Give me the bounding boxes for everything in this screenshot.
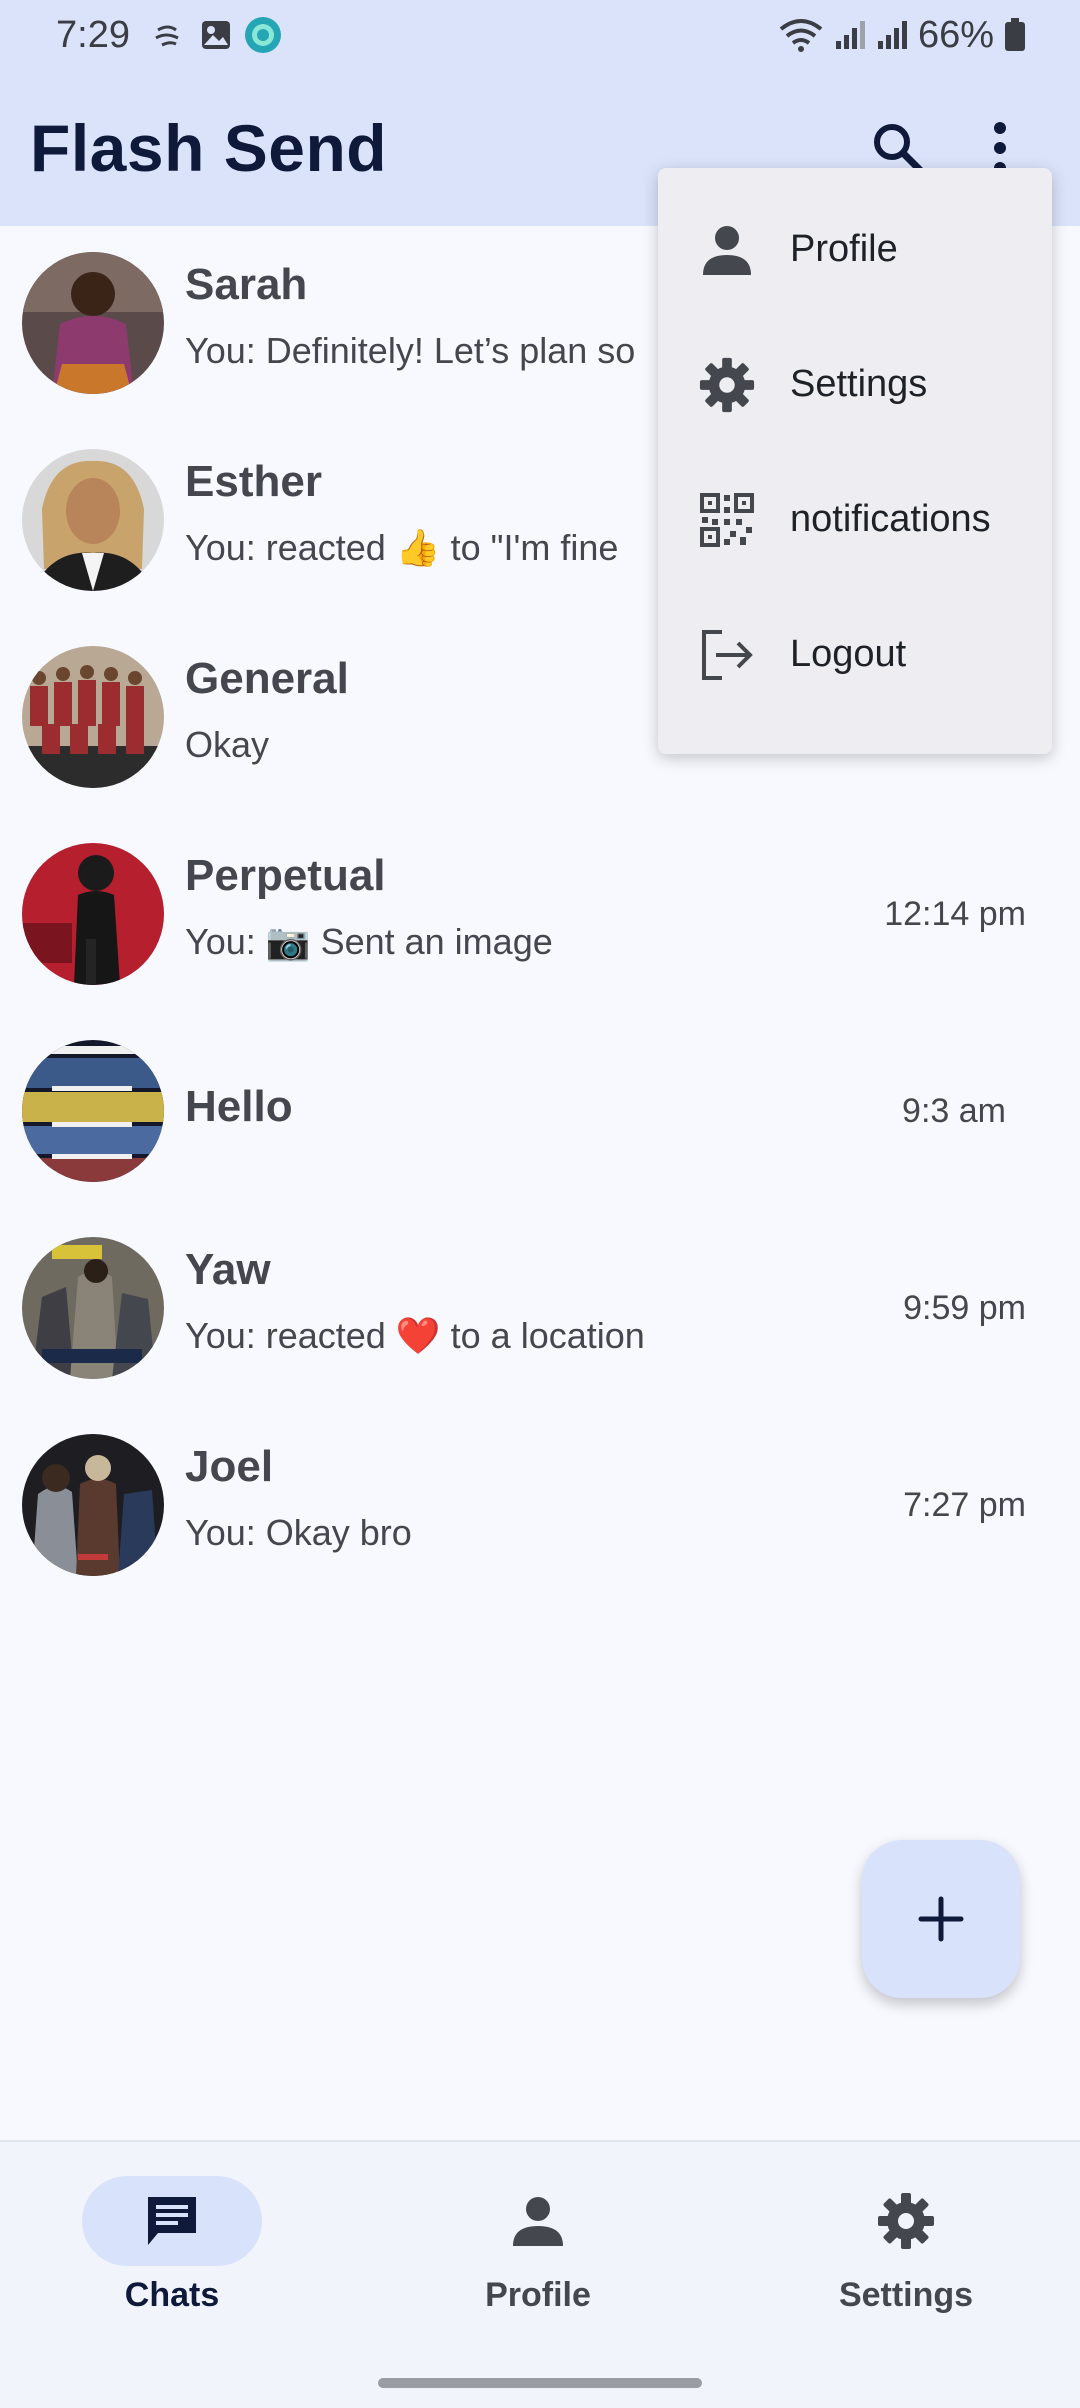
wind-icon: [155, 25, 179, 47]
avatar: [22, 1434, 164, 1576]
menu-item-profile[interactable]: Profile: [658, 182, 1052, 317]
avatar: [22, 843, 164, 985]
signal-icon: [835, 21, 865, 49]
chat-row[interactable]: Perpetual You: 📷 Sent an image 12:14 pm: [0, 817, 1080, 1014]
chat-preview: You: Okay bro: [185, 1512, 412, 1553]
nav-item-settings[interactable]: Settings: [786, 2176, 1026, 2326]
menu-item-label: Logout: [790, 633, 907, 675]
chat-preview: Okay: [185, 724, 270, 765]
wifi-icon: [779, 19, 823, 52]
logout-icon: [702, 629, 753, 680]
battery-percent: 66%: [917, 13, 994, 56]
gallery-icon: [201, 21, 230, 49]
overflow-menu: Profile Settings notifications Logout: [658, 168, 1052, 754]
chat-row[interactable]: Joel You: Okay bro 7:27 pm: [0, 1408, 1080, 1605]
chat-preview: You: Definitely! Let’s plan so: [185, 330, 636, 371]
menu-item-settings[interactable]: Settings: [658, 317, 1052, 452]
person-icon: [703, 225, 751, 275]
chat-name: Yaw: [185, 1245, 271, 1294]
nav-label: Profile: [485, 2276, 591, 2314]
home-indicator[interactable]: [378, 2378, 702, 2388]
status-time: 7:29: [56, 13, 130, 56]
signal-icon: [877, 21, 907, 49]
avatar: [22, 449, 164, 591]
chat-name: Hello: [185, 1082, 293, 1131]
menu-item-label: Settings: [790, 363, 928, 405]
chat-name: Sarah: [185, 260, 308, 309]
nav-item-chats[interactable]: Chats: [52, 2176, 292, 2326]
plus-icon: [918, 1896, 964, 1942]
chat-icon: [148, 2197, 196, 2245]
chat-row[interactable]: Yaw You: reacted ❤️ to a location 9:59 p…: [0, 1211, 1080, 1408]
chat-preview: You: reacted 👍 to "I'm fine: [185, 527, 619, 568]
battery-icon: [1005, 18, 1025, 51]
chat-name: Joel: [185, 1442, 274, 1491]
gear-icon: [699, 357, 755, 412]
app-title: Flash Send: [30, 111, 388, 185]
menu-item-label: Profile: [790, 228, 898, 270]
chat-name: Perpetual: [185, 851, 386, 900]
chat-name: General: [185, 654, 349, 703]
bottom-nav: Chats Profile Settings: [0, 2140, 1080, 2408]
chat-time: 9:3 am: [902, 1092, 1006, 1130]
menu-item-notifications[interactable]: notifications: [658, 452, 1052, 587]
avatar: [22, 646, 164, 788]
avatar: [22, 252, 164, 394]
chat-preview: You: 📷 Sent an image: [185, 921, 553, 962]
messenger-app-icon: [244, 17, 281, 53]
chat-preview: You: reacted ❤️ to a location: [185, 1315, 645, 1356]
gear-icon: [878, 2193, 934, 2249]
avatar: [22, 1040, 164, 1182]
new-chat-button[interactable]: [862, 1840, 1020, 1998]
nav-label: Settings: [838, 2276, 974, 2314]
menu-item-label: notifications: [790, 498, 991, 540]
avatar: [22, 1237, 164, 1379]
nav-label: Chats: [124, 2276, 220, 2314]
chat-time: 7:27 pm: [903, 1486, 1026, 1524]
person-icon: [513, 2197, 563, 2246]
chat-time: 12:14 pm: [884, 895, 1026, 933]
chat-name: Esther: [185, 457, 322, 506]
chat-time: 9:59 pm: [903, 1289, 1026, 1327]
chat-row[interactable]: Hello 9:3 am: [0, 1014, 1080, 1211]
menu-item-logout[interactable]: Logout: [658, 587, 1052, 722]
qr-code-icon: [700, 492, 754, 547]
nav-item-profile[interactable]: Profile: [418, 2176, 658, 2326]
status-bar: 7:29 66%: [0, 0, 1080, 70]
